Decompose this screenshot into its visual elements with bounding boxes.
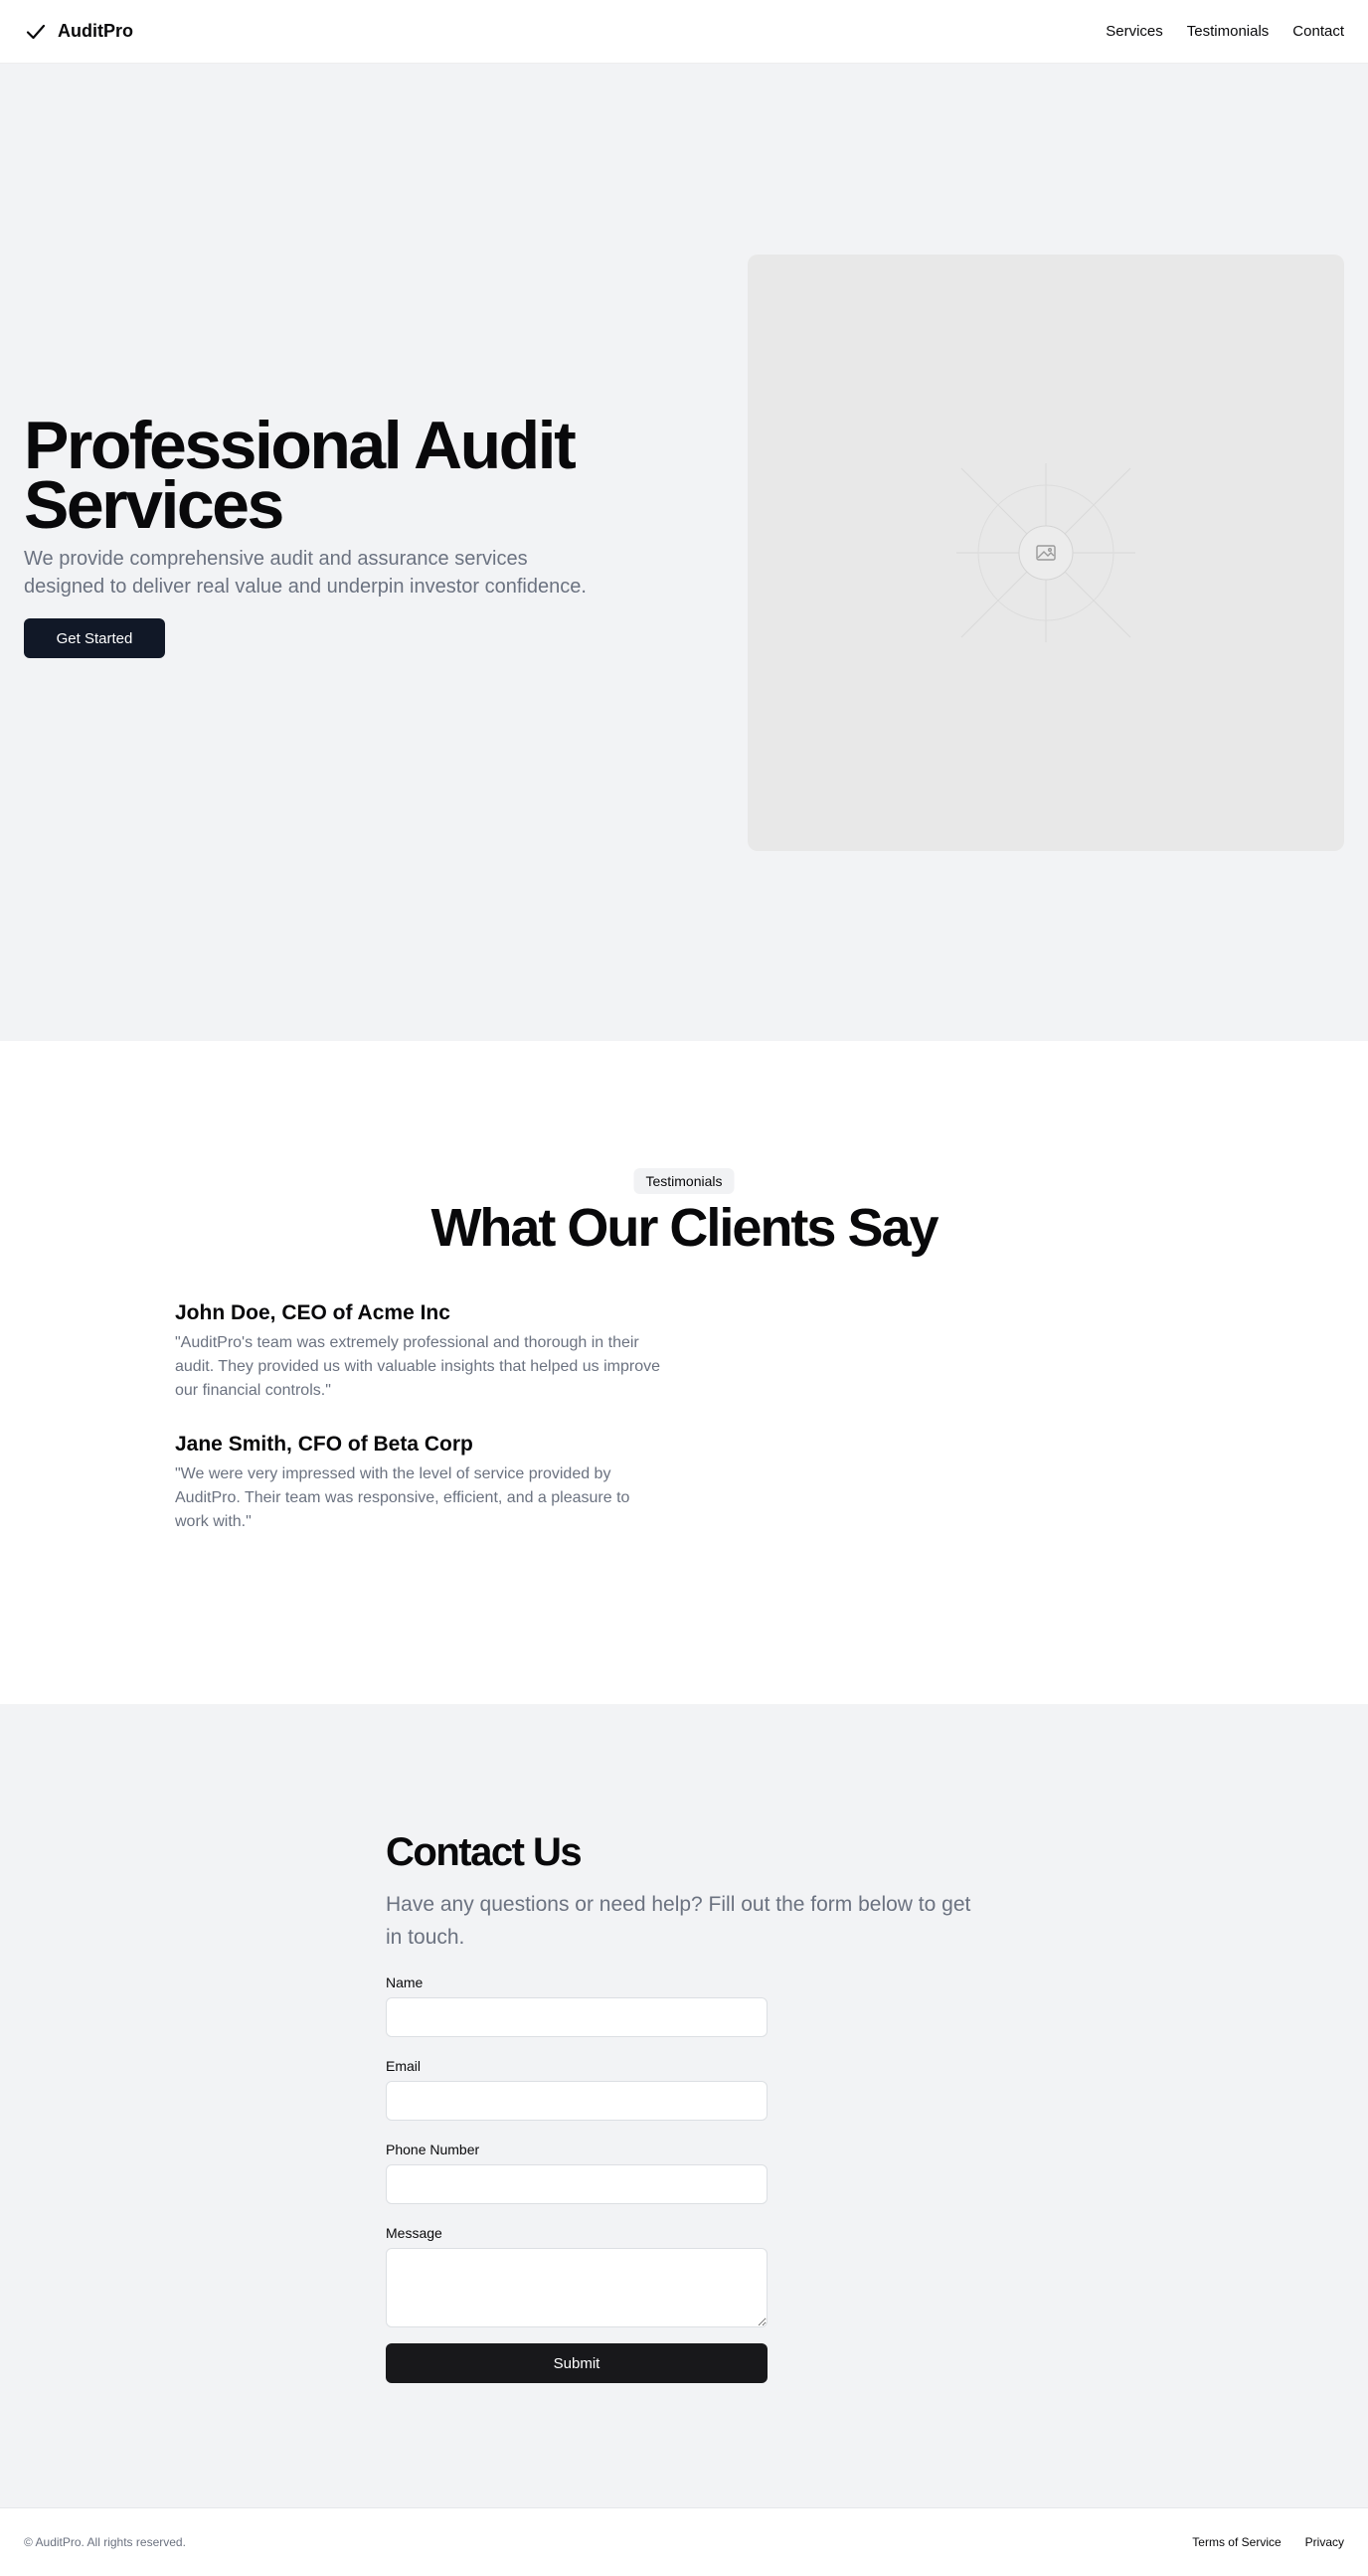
contact-section: Contact Us Have any questions or need he… bbox=[0, 1704, 1368, 2507]
check-icon bbox=[26, 24, 46, 39]
brand-name: AuditPro bbox=[58, 21, 133, 41]
testimonials-title: What Our Clients Say bbox=[430, 1198, 939, 1258]
brand-link[interactable]: AuditPro bbox=[24, 20, 133, 44]
hero-section: Professional Audit Services We provide c… bbox=[0, 64, 1368, 1041]
message-textarea[interactable] bbox=[386, 2248, 768, 2327]
contact-content: Contact Us Have any questions or need he… bbox=[386, 1828, 982, 2383]
nav-link-services[interactable]: Services bbox=[1106, 23, 1163, 40]
message-label: Message bbox=[386, 2225, 442, 2241]
nav-link-testimonials[interactable]: Testimonials bbox=[1187, 23, 1270, 40]
contact-subtitle: Have any questions or need help? Fill ou… bbox=[386, 1893, 971, 1949]
main-nav: Services Testimonials Contact bbox=[1106, 23, 1344, 40]
copyright-text: © AuditPro. All rights reserved. bbox=[24, 2535, 186, 2549]
image-placeholder-icon bbox=[956, 463, 1135, 642]
testimonial-quote: "We were very impressed with the level o… bbox=[175, 1465, 630, 1530]
name-label: Name bbox=[386, 1975, 424, 1990]
name-input[interactable] bbox=[386, 1997, 768, 2037]
nav-link-contact[interactable]: Contact bbox=[1292, 23, 1344, 40]
site-footer: © AuditPro. All rights reserved. Terms o… bbox=[0, 2507, 1368, 2576]
site-header: AuditPro Services Testimonials Contact bbox=[0, 0, 1368, 64]
contact-title: Contact Us bbox=[386, 1830, 583, 1874]
email-input[interactable] bbox=[386, 2081, 768, 2121]
message-field-group: Message bbox=[386, 2224, 768, 2327]
phone-input[interactable] bbox=[386, 2164, 768, 2204]
phone-label: Phone Number bbox=[386, 2142, 480, 2157]
testimonial-author: John Doe, CEO of Acme Inc bbox=[175, 1301, 450, 1324]
testimonial-item: John Doe, CEO of Acme Inc "AuditPro's te… bbox=[175, 1299, 662, 1403]
hero-subtitle: We provide comprehensive audit and assur… bbox=[24, 548, 587, 598]
hero-title: Professional Audit Services bbox=[24, 408, 577, 543]
get-started-button[interactable]: Get Started bbox=[24, 618, 165, 658]
name-field-group: Name bbox=[386, 1974, 768, 2037]
privacy-link[interactable]: Privacy bbox=[1305, 2535, 1344, 2549]
email-label: Email bbox=[386, 2058, 422, 2074]
testimonial-list: John Doe, CEO of Acme Inc "AuditPro's te… bbox=[175, 1299, 662, 1562]
footer-links: Terms of Service Privacy bbox=[1192, 2535, 1344, 2549]
hero-text: Professional Audit Services We provide c… bbox=[24, 408, 600, 658]
contact-form: Name Email Phone Number Message Submit bbox=[386, 1974, 768, 2383]
testimonial-author: Jane Smith, CFO of Beta Corp bbox=[175, 1433, 473, 1456]
terms-link[interactable]: Terms of Service bbox=[1192, 2535, 1281, 2549]
testimonial-item: Jane Smith, CFO of Beta Corp "We were ve… bbox=[175, 1431, 662, 1534]
testimonial-quote: "AuditPro's team was extremely professio… bbox=[175, 1334, 660, 1399]
testimonials-section: Testimonials What Our Clients Say John D… bbox=[0, 1041, 1368, 1704]
email-field-group: Email bbox=[386, 2057, 768, 2121]
submit-button[interactable]: Submit bbox=[386, 2343, 768, 2383]
phone-field-group: Phone Number bbox=[386, 2141, 768, 2204]
hero-image-placeholder bbox=[748, 255, 1344, 851]
testimonials-badge: Testimonials bbox=[633, 1168, 735, 1194]
